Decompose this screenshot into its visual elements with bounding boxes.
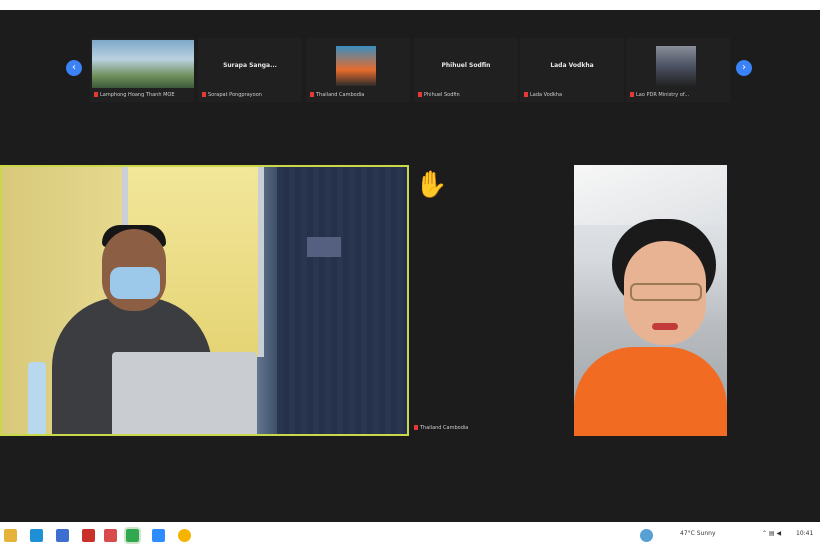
participant-video [656,46,696,86]
photos-icon[interactable] [104,529,117,542]
mic-muted-icon [94,92,98,97]
weather-text: 47°C Sunny [680,530,716,537]
store-icon[interactable] [56,529,69,542]
participant-name: Lao PDR Ministry of... [636,92,690,98]
participant-label: Lada Vodkha [550,62,594,69]
participant-video [336,46,376,86]
participant-thumb-4[interactable]: Phihuel Sodfin Phihuel Sodfin [414,38,518,102]
participant-name: Sorapat Pongprayoon [208,92,262,98]
folder-icon[interactable] [4,529,17,542]
raised-hand-icon: ✋ [415,170,448,200]
mail-icon[interactable] [82,529,95,542]
participant-label: Surapa Sanga... [223,62,277,69]
participant-name: Thailand Cambodia [316,92,365,98]
windows-taskbar: 47°C Sunny ⌃ ▤ ◀ 10:41 [0,524,820,547]
chevron-left-icon[interactable]: ‹ [66,60,82,76]
participant-thumb-3[interactable]: Thailand Cambodia [306,38,410,102]
participant-thumb-5[interactable]: Lada Vodkha Lada Vodkha [520,38,624,102]
participant-thumb-1[interactable]: Lamphong Hoang Thanh MOE [90,38,194,102]
video-tile-participant[interactable] [574,165,727,436]
active-speaker-name: Thailand Cambodia [420,425,469,431]
chat-icon[interactable] [124,527,141,544]
chrome-icon[interactable] [178,529,191,542]
video-tile-active-speaker[interactable] [0,165,409,436]
participant-thumb-6[interactable]: Lao PDR Ministry of... [626,38,730,102]
mic-muted-icon [524,92,528,97]
mic-muted-icon [310,92,314,97]
mic-muted-icon [202,92,206,97]
participant-video [92,40,194,88]
participant-name: Lamphong Hoang Thanh MOE [100,92,175,98]
participant-thumb-2[interactable]: Surapa Sanga... Sorapat Pongprayoon [198,38,302,102]
mic-muted-icon [414,425,418,430]
mic-muted-icon [418,92,422,97]
chevron-right-icon[interactable]: › [736,60,752,76]
weather-icon [640,529,653,542]
participant-name: Lada Vodkha [530,92,563,98]
gallery-strip: ‹ Lamphong Hoang Thanh MOE Surapa Sanga.… [60,38,760,102]
zoom-meeting-window: ‹ Lamphong Hoang Thanh MOE Surapa Sanga.… [0,10,820,522]
tray-icons[interactable]: ⌃ ▤ ◀ [762,530,781,537]
participant-label: Phihuel Sodfin [441,62,491,69]
participant-name: Phihuel Sodfin [424,92,460,98]
edge-icon[interactable] [30,529,43,542]
clock: 10:41 [796,530,814,537]
mic-muted-icon [630,92,634,97]
zoom-icon[interactable] [152,529,165,542]
